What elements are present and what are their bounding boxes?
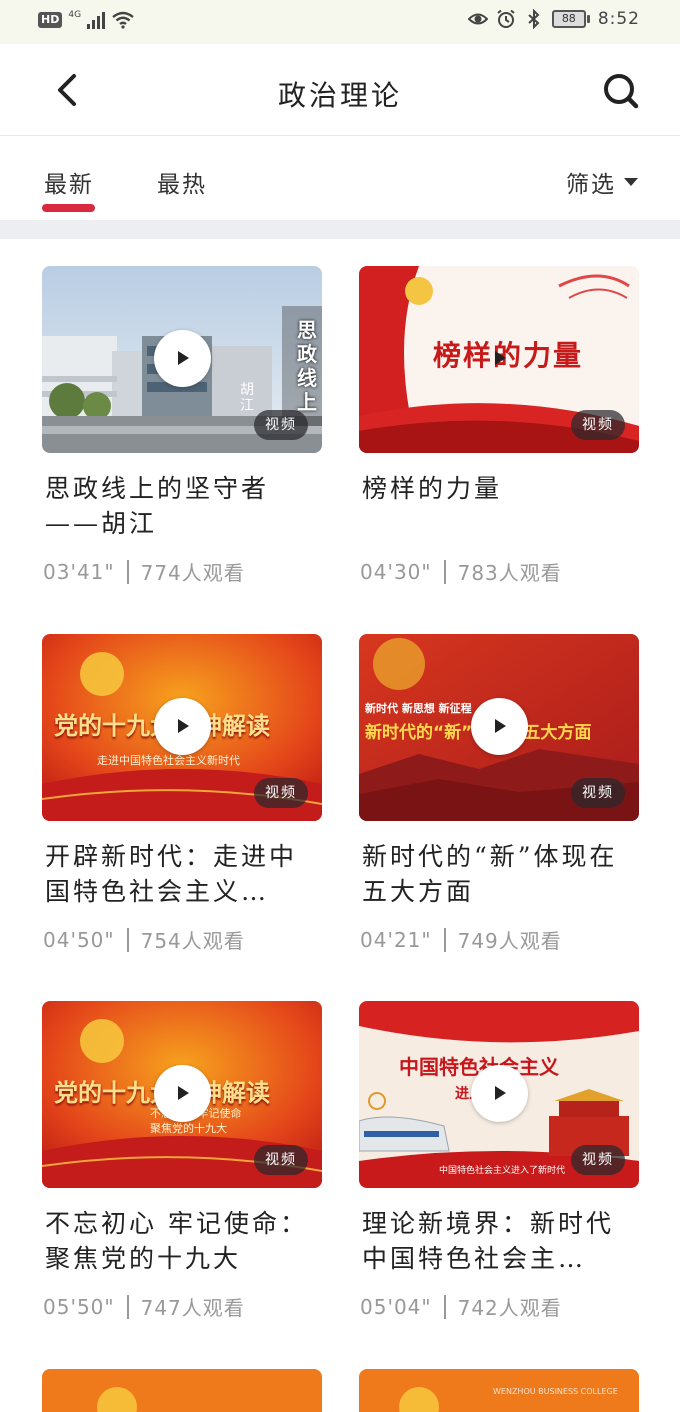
thumbnail-subtitle: 走进中国特色社会主义新时代 [97,754,240,767]
network-type: 4G [68,10,82,20]
view-count: 742人观看 [457,1296,562,1320]
video-duration: 03'41" [43,559,115,584]
video-badge: 视频 [571,1145,625,1175]
video-duration: 05'50" [43,1294,115,1319]
video-duration: 04'21" [360,927,432,952]
tab-bar: 最新 最热 筛选 [0,137,680,220]
video-duration: 04'30" [360,559,432,584]
video-meta: 05'04" 742人观看 [359,1292,639,1321]
video-meta: 03'41" 774人观看 [42,557,322,586]
red-gold-scene [42,1369,322,1412]
view-count: 747人观看 [140,1296,245,1320]
page-title: 政治理论 [277,79,402,112]
video-title[interactable]: 理论新境界：新时代中国特色社会主… [359,1206,639,1276]
status-bar: HD 4G 88 8:52 [0,0,680,44]
video-meta: 04'21" 749人观看 [359,925,639,954]
video-title[interactable]: 新时代的“新”体现在五大方面 [359,839,639,909]
eye-icon [467,13,488,25]
video-title[interactable]: 不忘初心 牢记使命：聚焦党的十九大 [42,1206,322,1276]
video-thumbnail[interactable]: 党的十九大精神解读 不忘初心 牢记使命 聚焦党的十九大 视频 [42,1001,322,1188]
video-badge: 视频 [254,778,308,808]
filter-dropdown[interactable]: 筛选 [566,165,638,199]
alarm-icon [497,9,515,28]
tab-latest[interactable]: 最新 [44,165,94,199]
thumbnail-name: 胡江 [240,382,254,414]
video-duration: 04'50" [43,927,115,952]
bluetooth-icon [528,9,540,29]
status-left: HD 4G [38,10,135,29]
play-button[interactable] [471,1065,528,1122]
video-title[interactable]: 思政线上的坚守者——胡江 [42,471,322,541]
video-title[interactable]: 开辟新时代：走进中国特色社会主义… [42,839,322,909]
view-count: 783人观看 [457,561,562,585]
search-icon[interactable] [602,72,640,110]
clock: 8:52 [597,9,640,29]
view-count: 754人观看 [140,929,245,953]
video-thumbnail[interactable]: WENZHOU BUSINESS COLLEGE [359,1369,639,1412]
section-divider [0,220,680,239]
video-card[interactable]: WENZHOU BUSINESS COLLEGE [359,1369,639,1412]
video-meta: 04'50" 754人观看 [42,925,322,954]
video-badge: 视频 [571,778,625,808]
thumbnail-vertical-title: 思政线上 [297,318,317,414]
video-card[interactable] [42,1369,322,1412]
thumbnail-subtitle: 聚焦党的十九大 [150,1122,227,1135]
video-title[interactable]: 榜样的力量 [359,471,639,541]
video-card[interactable]: 榜样的力量 视频 榜样的力量 04'30" 783人观看 [359,266,639,586]
play-button[interactable] [471,330,528,387]
video-thumbnail[interactable]: 思政线上 胡江 视频 [42,266,322,453]
video-card[interactable]: 党的十九大精神解读 走进中国特色社会主义新时代 视频 开辟新时代：走进中国特色社… [42,634,322,954]
play-button[interactable] [154,330,211,387]
video-duration: 05'04" [360,1294,432,1319]
video-thumbnail[interactable] [42,1369,322,1412]
video-thumbnail[interactable]: 榜样的力量 视频 [359,266,639,453]
video-card[interactable]: 党的十九大精神解读 不忘初心 牢记使命 聚焦党的十九大 视频 不忘初心 牢记使命… [42,1001,322,1321]
video-thumbnail[interactable]: 新时代 新思想 新征程 新时代的“新”体现在五大方面 视频 [359,634,639,821]
video-thumbnail[interactable]: 党的十九大精神解读 走进中国特色社会主义新时代 视频 [42,634,322,821]
video-badge: 视频 [254,1145,308,1175]
wifi-icon [112,11,134,29]
video-thumbnail[interactable]: 中国特色社会主义 进入新时代 中国特色社会主义进入了新时代 视频 [359,1001,639,1188]
video-badge: 视频 [254,410,308,440]
caret-down-icon [624,178,638,186]
status-right: 88 8:52 [467,9,640,29]
play-button[interactable] [154,698,211,755]
video-meta: 05'50" 747人观看 [42,1292,322,1321]
video-card[interactable]: 中国特色社会主义 进入新时代 中国特色社会主义进入了新时代 视频 理论新境界：新… [359,1001,639,1321]
filter-label: 筛选 [566,172,616,198]
tab-hot[interactable]: 最热 [157,165,207,199]
video-meta: 04'30" 783人观看 [359,557,639,586]
battery-level: 88 [551,10,586,28]
active-tab-indicator [42,204,95,212]
play-button[interactable] [154,1065,211,1122]
app-header: 政治理论 [0,44,680,136]
video-card[interactable]: 思政线上 胡江 视频 思政线上的坚守者——胡江 03'41" 774人观看 [42,266,322,586]
play-button[interactable] [471,698,528,755]
thumbnail-tagline: 新时代 新思想 新征程 [365,702,472,715]
hd-indicator: HD [38,12,63,28]
thumbnail-caption: 中国特色社会主义进入了新时代 [439,1166,566,1176]
signal-icon [87,11,106,29]
view-count: 774人观看 [140,561,245,585]
view-count: 749人观看 [457,929,562,953]
video-badge: 视频 [571,410,625,440]
battery-icon: 88 [551,10,590,28]
watermark: WENZHOU BUSINESS COLLEGE [493,1387,618,1396]
video-card[interactable]: 新时代 新思想 新征程 新时代的“新”体现在五大方面 视频 新时代的“新”体现在… [359,634,639,954]
